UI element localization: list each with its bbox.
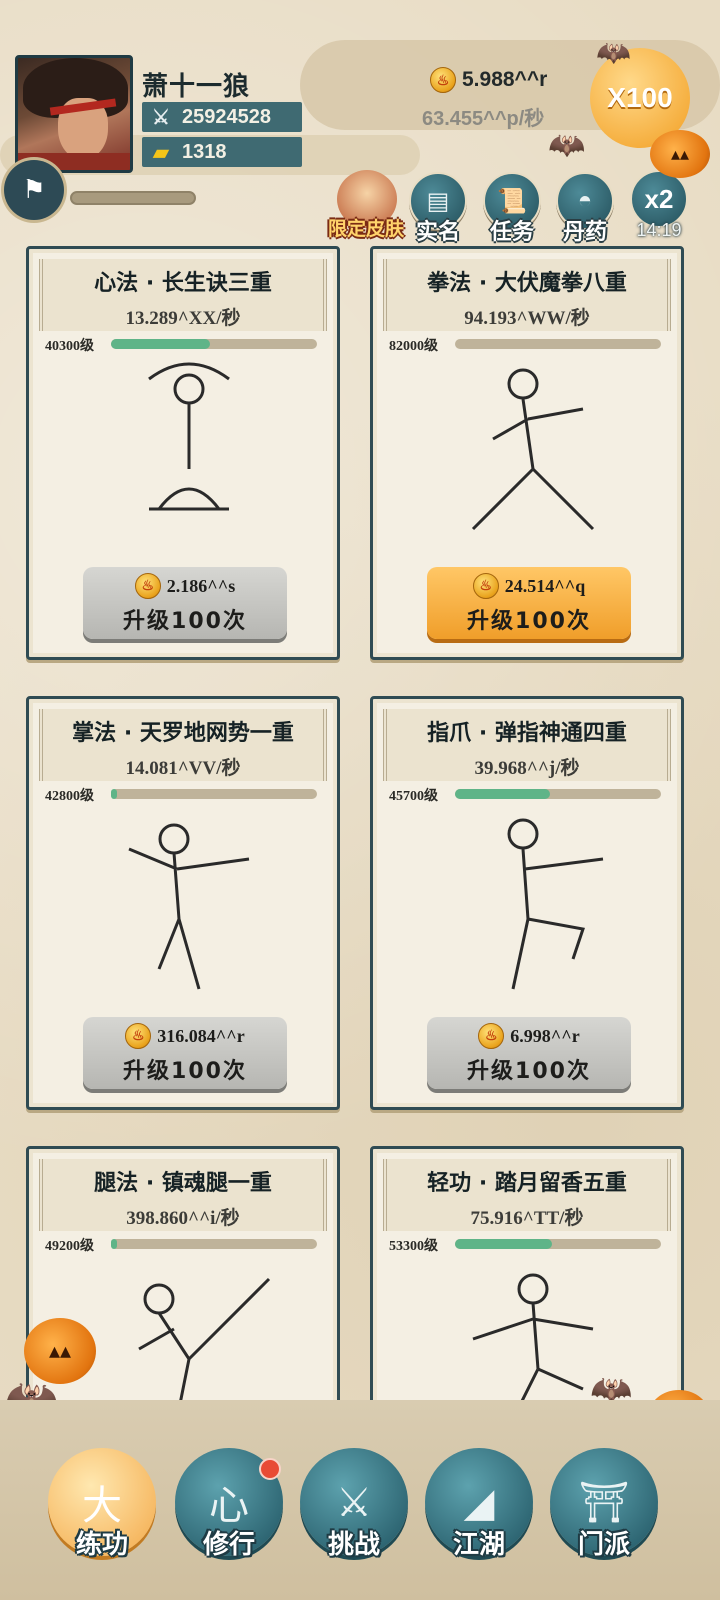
coin-icon: ♨ xyxy=(472,573,499,599)
skill-title: 心法 · 长生诀三重 xyxy=(94,271,272,296)
upgrade-cost-value: 2.186^^s xyxy=(166,575,236,596)
skill-level-bar xyxy=(111,789,317,799)
martial-artist-illustration xyxy=(148,362,230,511)
upgrade-label: 升级100次 xyxy=(123,1059,247,1084)
player-avatar[interactable] xyxy=(15,55,133,173)
notification-dot xyxy=(259,1458,281,1480)
id-card-icon: ▤ xyxy=(426,188,450,215)
skill-card: 掌法 · 天罗地网势一重 14.081^VV/秒 42800级 ♨ 316.08… xyxy=(26,696,340,1110)
skill-level-bar xyxy=(455,789,661,799)
coin-icon: ♨ xyxy=(430,67,456,93)
martial-artist-illustration xyxy=(128,823,250,990)
skill-level-bar-fill xyxy=(111,339,210,349)
nav-tab-label: 修行 xyxy=(202,1530,255,1560)
skill-title: 轻功 · 踏月留香五重 xyxy=(427,1171,627,1196)
skill-rate: 13.289^XX/秒 xyxy=(125,308,241,329)
skill-level-bar-fill xyxy=(111,1239,118,1249)
skill-level-bar xyxy=(455,339,661,349)
skill-level: 82000级 xyxy=(389,339,438,354)
upgrade-cost-value: 316.084^^r xyxy=(157,1025,245,1046)
player-name: 萧十一狼 xyxy=(142,72,251,101)
upgrade-cost: ♨ 24.514^^q xyxy=(427,573,631,599)
upgrade-label: 升级100次 xyxy=(123,609,247,634)
skill-card-header: 掌法 · 天罗地网势一重 14.081^VV/秒 xyxy=(39,709,327,781)
bat-decoration: 🦇 xyxy=(548,128,586,163)
upgrade-label: 升级100次 xyxy=(467,1059,591,1084)
nav-tab[interactable]: ⛩ 门派 xyxy=(550,1448,658,1560)
nav-tab-label: 江湖 xyxy=(452,1530,505,1560)
nav-tab-label: 挑战 xyxy=(327,1530,380,1560)
power-value: 25924528 xyxy=(182,105,271,128)
power-stat: ⚔ 25924528 xyxy=(142,102,302,132)
currency-rate: 63.455^^p/秒 xyxy=(422,108,545,130)
coin-icon: ♨ xyxy=(134,573,161,599)
upgrade-100-button[interactable]: ♨ 2.186^^s 升级100次 xyxy=(83,567,287,639)
skill-card-header: 腿法 · 镇魂腿一重 398.860^^i/秒 xyxy=(39,1159,327,1231)
skill-card: 指爪 · 弹指神通四重 39.968^^j/秒 45700级 ♨ 6.998^^… xyxy=(370,696,684,1110)
gold-value: 1318 xyxy=(182,140,227,163)
exp-bar xyxy=(70,191,196,205)
skill-level: 45700级 xyxy=(389,789,438,804)
skill-level-bar-fill xyxy=(455,1239,552,1249)
skill-title: 指爪 · 弹指神通四重 xyxy=(427,721,627,746)
upgrade-100-button[interactable]: ♨ 316.084^^r 升级100次 xyxy=(83,1017,287,1089)
upgrade-100-button[interactable]: ♨ 24.514^^q 升级100次 xyxy=(427,567,631,639)
skill-rate: 94.193^WW/秒 xyxy=(464,308,590,329)
skill-level: 53300级 xyxy=(389,1239,438,1254)
skill-level: 40300级 xyxy=(45,339,94,354)
nav-tab[interactable]: 心 修行 xyxy=(175,1448,283,1560)
skill-level-bar xyxy=(455,1239,661,1249)
upgrade-cost: ♨ 6.998^^r xyxy=(427,1023,631,1049)
currency-amount: 5.988^^r xyxy=(462,68,548,91)
skill-level-bar-fill xyxy=(111,789,118,799)
skill-rate: 75.916^TT/秒 xyxy=(470,1208,584,1229)
martial-artist-illustration xyxy=(507,818,604,990)
skill-card: 心法 · 长生诀三重 13.289^XX/秒 40300级 ♨ 2.186^^s… xyxy=(26,246,340,660)
upgrade-100-button[interactable]: ♨ 6.998^^r 升级100次 xyxy=(427,1017,631,1089)
skill-level: 42800级 xyxy=(45,789,94,804)
skill-card-header: 指爪 · 弹指神通四重 39.968^^j/秒 xyxy=(383,709,671,781)
upgrade-cost-value: 24.514^^q xyxy=(504,575,586,596)
crossed-swords-icon: ⚔ xyxy=(152,106,170,129)
upgrade-label: 升级100次 xyxy=(467,609,591,634)
nav-tab[interactable]: ◢ 江湖 xyxy=(425,1448,533,1560)
skill-card-header: 轻功 · 踏月留香五重 75.916^TT/秒 xyxy=(383,1159,671,1231)
nav-tab[interactable]: 大 练功 xyxy=(48,1448,156,1560)
skill-title: 拳法 · 大伏魔拳八重 xyxy=(427,271,627,296)
scroll-icon: 📜 xyxy=(497,188,527,215)
coin-icon: ♨ xyxy=(125,1023,152,1049)
realname-label: 实名 xyxy=(415,219,460,244)
skill-level-bar xyxy=(111,339,317,349)
pumpkin-decoration: ▴▴ xyxy=(650,130,710,178)
flag-icon[interactable]: ⚑ xyxy=(4,160,64,220)
task-label: 任务 xyxy=(489,219,534,244)
upgrade-cost: ♨ 316.084^^r xyxy=(83,1023,287,1049)
skill-level-bar-fill xyxy=(455,789,550,799)
skill-level-bar xyxy=(111,1239,317,1249)
skill-card-header: 拳法 · 大伏魔拳八重 94.193^WW/秒 xyxy=(383,259,671,331)
boost-timer: 14:19 xyxy=(636,220,682,240)
skill-card-header: 心法 · 长生诀三重 13.289^XX/秒 xyxy=(39,259,327,331)
bat-decoration: 🦇 xyxy=(596,36,631,69)
skill-rate: 14.081^VV/秒 xyxy=(125,758,241,779)
skill-title: 腿法 · 镇魂腿一重 xyxy=(94,1171,272,1196)
nav-tab[interactable]: ⚔ 挑战 xyxy=(300,1448,408,1560)
skill-card: 拳法 · 大伏魔拳八重 94.193^WW/秒 82000级 ♨ 24.514^… xyxy=(370,246,684,660)
upgrade-cost: ♨ 2.186^^s xyxy=(83,573,287,599)
coin-icon: ♨ xyxy=(478,1023,505,1049)
limited-skin-label: 限定皮肤 xyxy=(327,219,404,240)
nav-tab-label: 练功 xyxy=(75,1530,128,1560)
pill-bowl-icon: ◓ xyxy=(577,187,593,214)
martial-artist-illustration xyxy=(471,368,595,531)
gold-stat: ▰ 1318 xyxy=(142,137,302,167)
skill-rate: 398.860^^i/秒 xyxy=(126,1208,240,1229)
currency-display: ♨ 5.988^^r xyxy=(430,64,547,96)
skill-title: 掌法 · 天罗地网势一重 xyxy=(72,721,294,746)
gold-ingot-icon: ▰ xyxy=(153,141,169,164)
upgrade-cost-value: 6.998^^r xyxy=(510,1025,580,1046)
pill-label: 丹药 xyxy=(562,219,607,244)
skill-rate: 39.968^^j/秒 xyxy=(474,758,580,779)
skill-level: 49200级 xyxy=(45,1239,94,1254)
nav-tab-label: 门派 xyxy=(577,1530,630,1560)
